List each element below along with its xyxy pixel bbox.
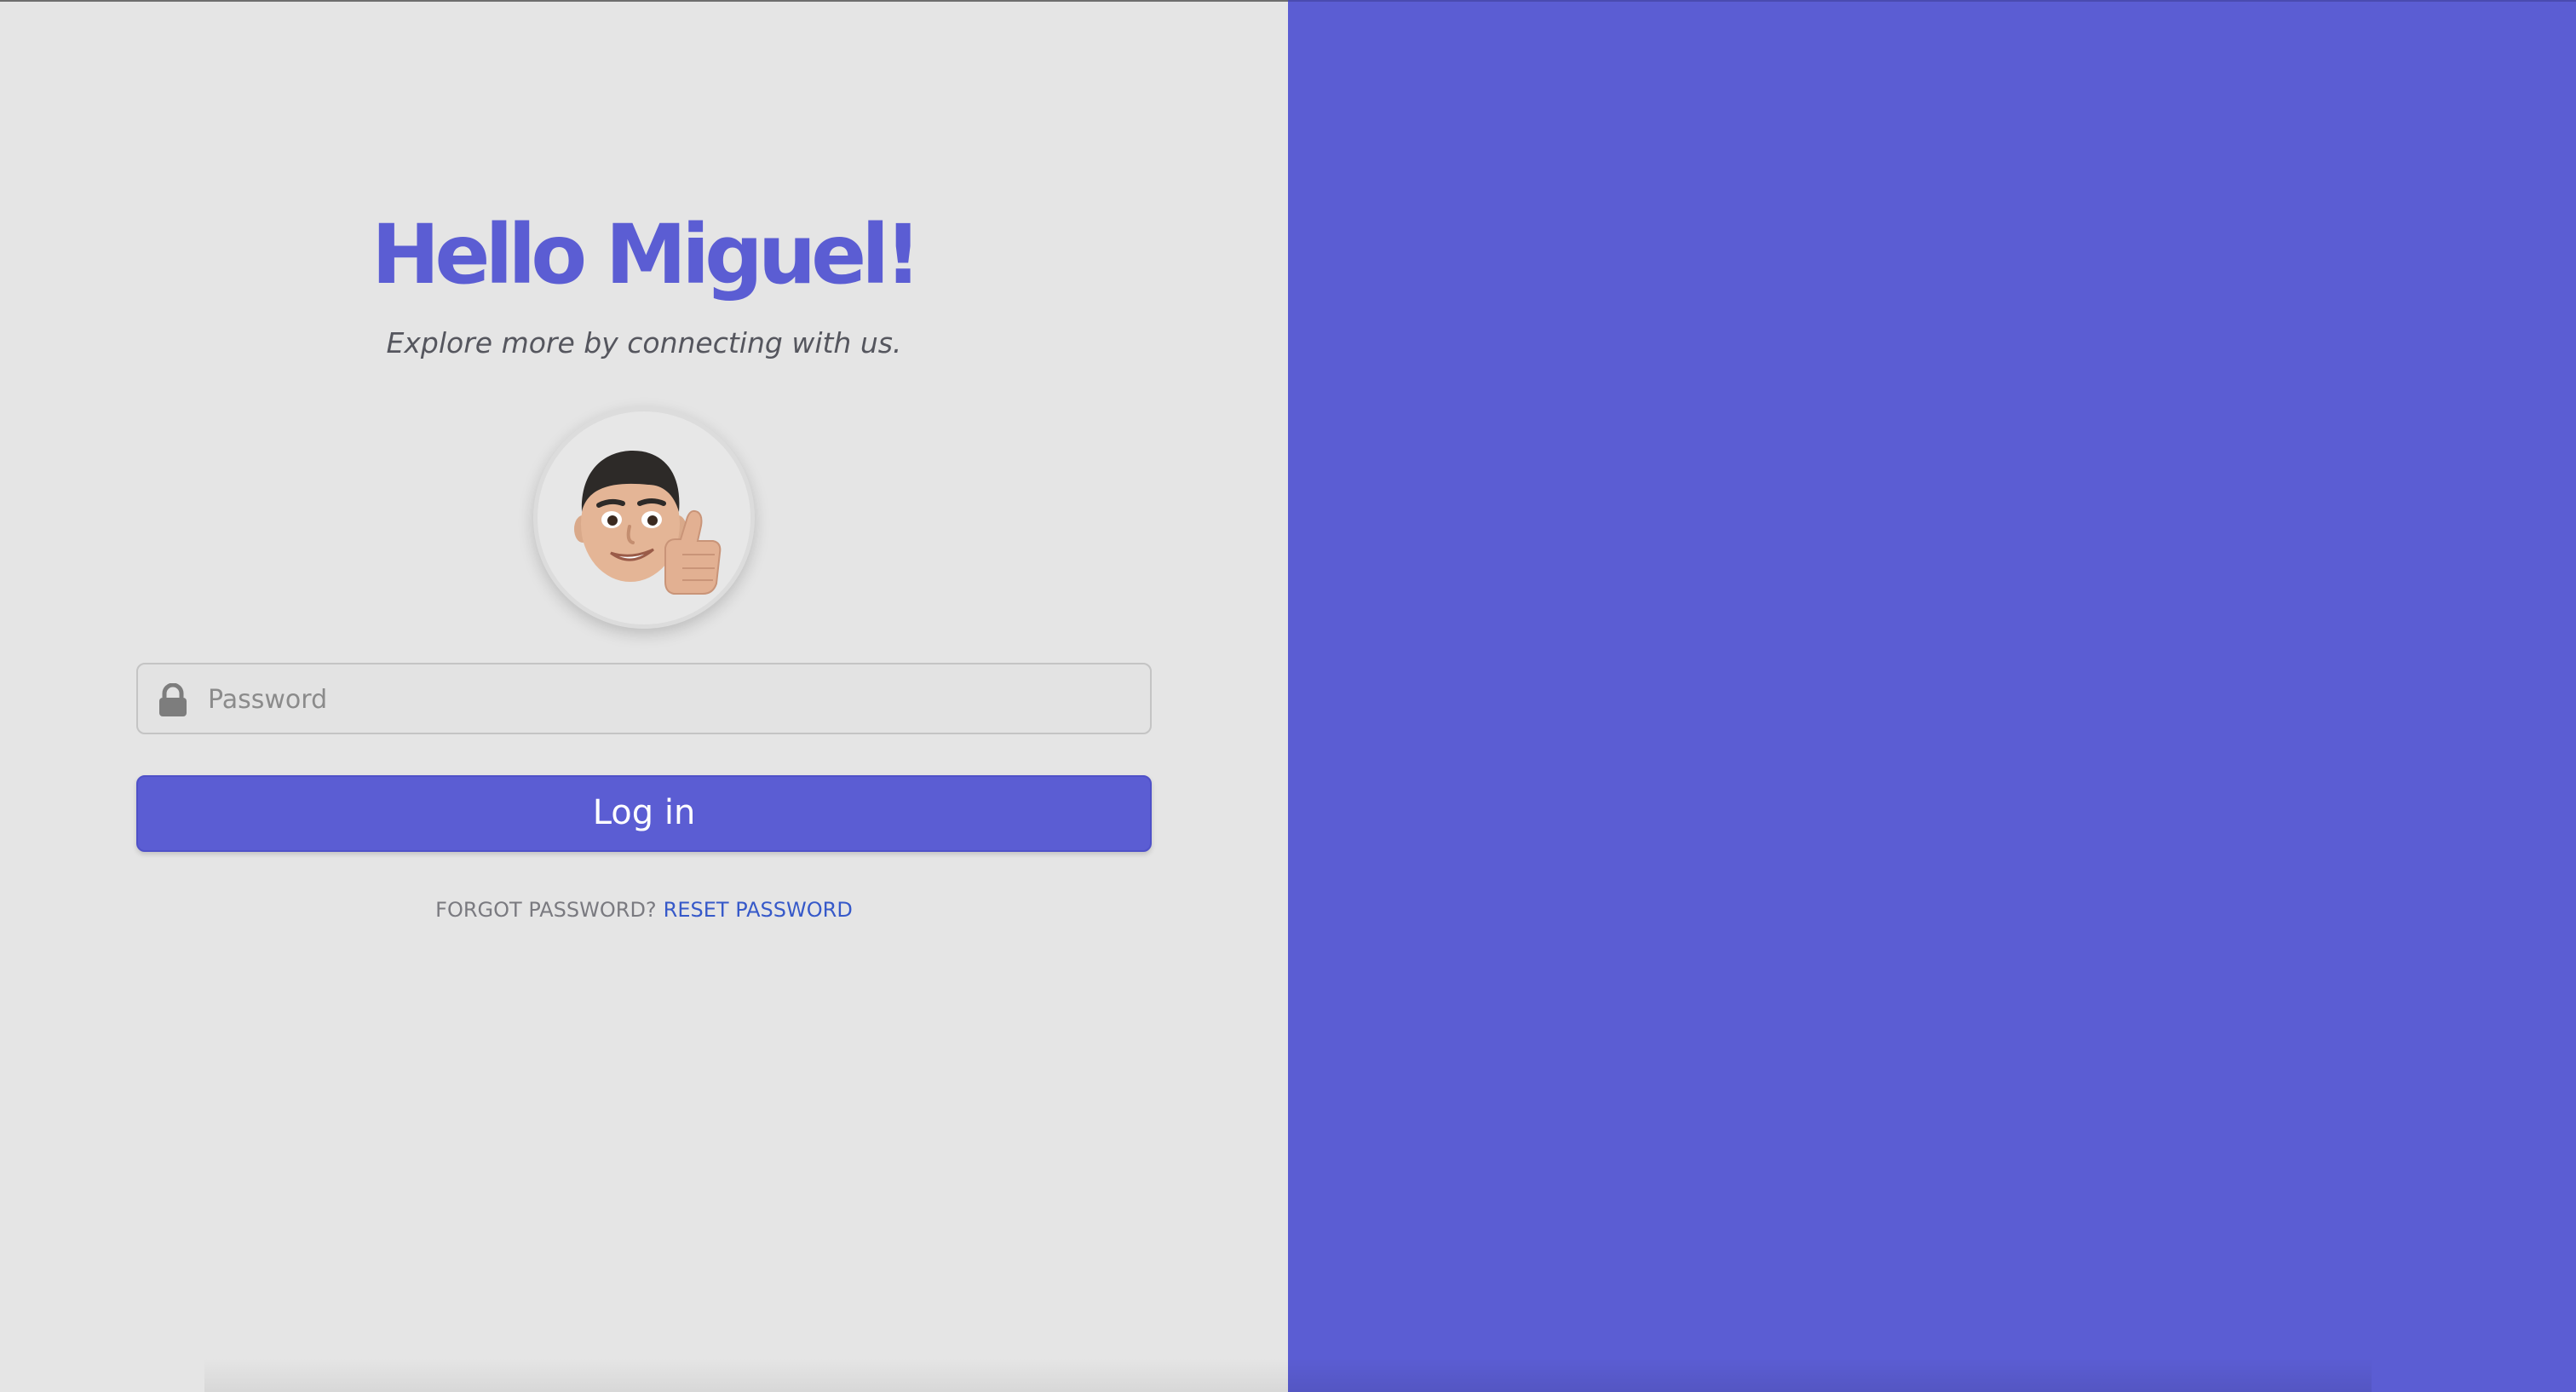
page-title: Hello Miguel!	[371, 207, 922, 302]
login-page: Hello Miguel! Explore more by connecting…	[0, 0, 2576, 1392]
avatar	[533, 407, 755, 629]
reset-password-link[interactable]: RESET PASSWORD	[664, 898, 853, 922]
forgot-password-text: FORGOT PASSWORD?	[435, 898, 657, 922]
login-button[interactable]: Log in	[136, 775, 1152, 852]
login-panel: Hello Miguel! Explore more by connecting…	[0, 0, 1288, 1392]
memoji-thumbs-up-icon	[574, 451, 722, 595]
brand-panel	[1288, 0, 2576, 1392]
page-subtitle: Explore more by connecting with us.	[386, 326, 902, 360]
forgot-password-row: FORGOT PASSWORD? RESET PASSWORD	[0, 894, 1288, 925]
password-field[interactable]	[136, 663, 1152, 734]
password-input[interactable]	[206, 664, 1138, 734]
lock-icon	[159, 683, 187, 716]
